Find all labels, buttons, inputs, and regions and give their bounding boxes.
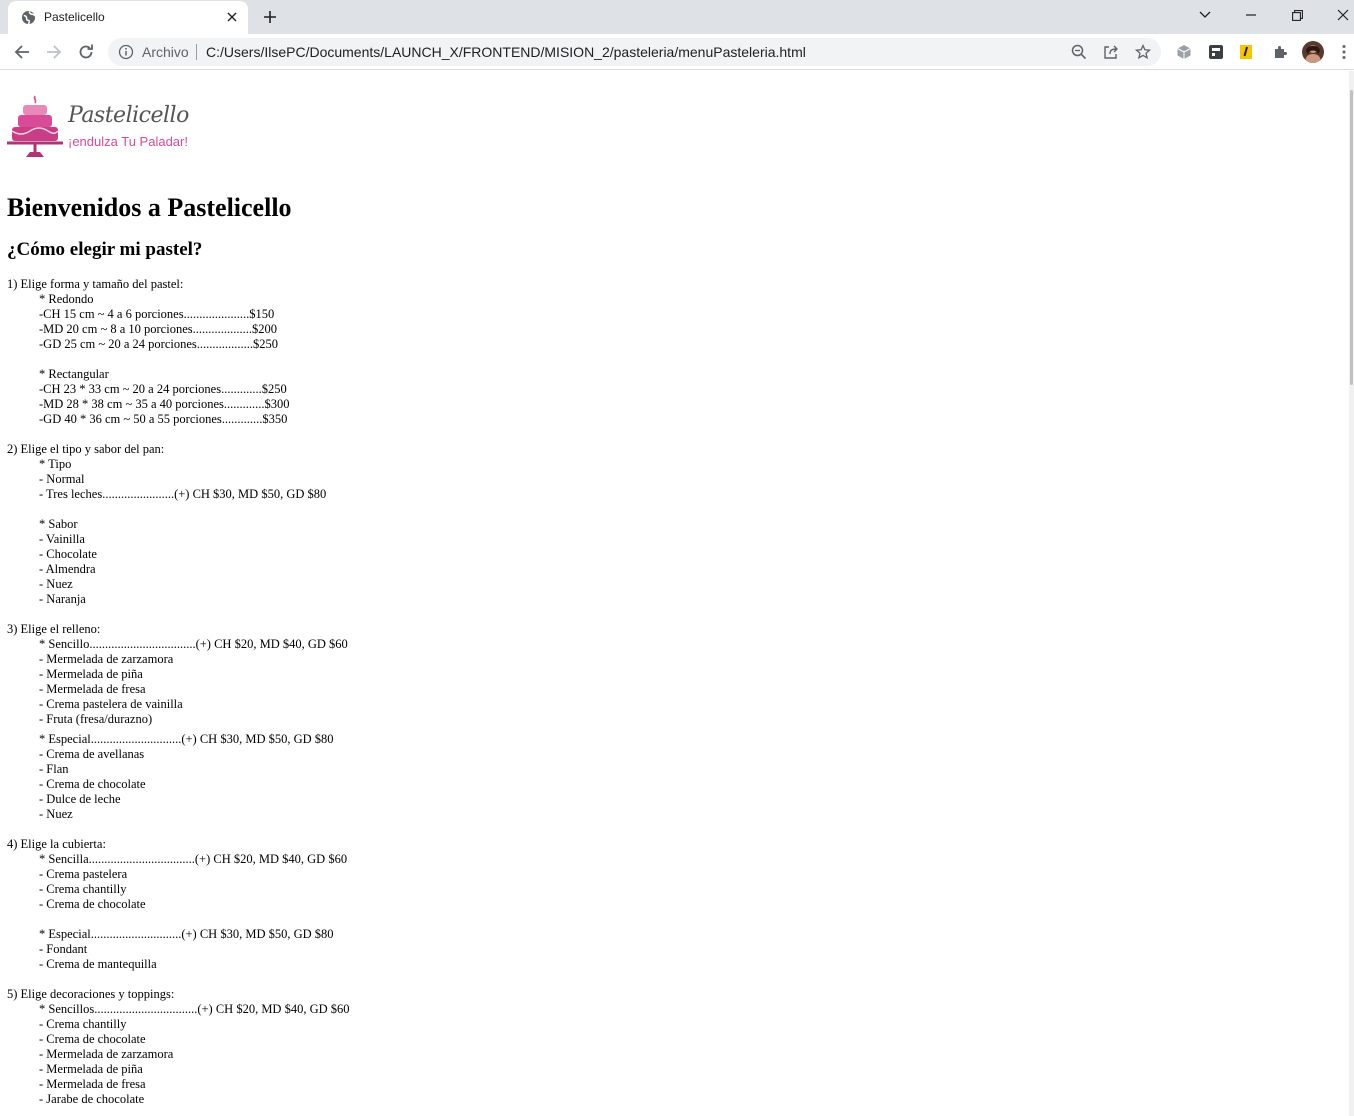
option-group-title: * Especial.............................(…: [39, 927, 334, 941]
list-item: - Crema de chocolate: [39, 897, 146, 911]
list-item: -CH 23 * 33 cm ~ 20 a 24 porciones......…: [39, 382, 287, 396]
list-item: -MD 28 * 38 cm ~ 35 a 40 porciones......…: [39, 397, 290, 411]
list-item: -MD 20 cm ~ 8 a 10 porciones............…: [39, 322, 277, 336]
list-item: - Jarabe de chocolate: [39, 1092, 145, 1106]
browser-toolbar: Archivo C:/Users/IlsePC/Documents/LAUNCH…: [0, 34, 1354, 70]
list-item: - Fondant: [39, 942, 88, 956]
star-icon[interactable]: [1134, 43, 1152, 61]
step-heading: 1) Elige forma y tamaño del pastel:: [7, 277, 184, 291]
list-item: - Crema pastelera: [39, 867, 128, 881]
share-icon[interactable]: [1102, 43, 1120, 61]
scrollbar-thumb[interactable]: [1350, 90, 1353, 385]
list-item: - Crema chantilly: [39, 882, 127, 896]
option-group-title: * Sabor: [39, 517, 78, 531]
info-icon[interactable]: [118, 44, 134, 60]
list-item: - Nuez: [39, 577, 73, 591]
cube-icon[interactable]: [1174, 42, 1194, 62]
globe-icon: [21, 10, 36, 25]
option-group-title: * Sencilla..............................…: [39, 852, 348, 866]
list-item: - Mermelada de piña: [39, 1062, 143, 1076]
section-title: ¿Cómo elegir mi pastel?: [7, 239, 203, 260]
brand-logo: Pastelicello ¡endulza Tu Paladar!: [6, 93, 206, 163]
option-group-title: * Sencillo..............................…: [39, 637, 348, 651]
list-item: - Mermelada de fresa: [39, 682, 146, 696]
list-item: - Naranja: [39, 592, 86, 606]
forward-arrow-icon[interactable]: [43, 41, 65, 63]
extension-icon[interactable]: [1206, 42, 1226, 62]
option-group-title: * Redondo: [39, 292, 94, 306]
close-icon[interactable]: [224, 9, 240, 25]
list-item: - Crema de mantequilla: [39, 957, 157, 971]
list-item: - Crema de avellanas: [39, 747, 145, 761]
option-group-title: * Especial.............................(…: [39, 732, 334, 746]
zoom-icon[interactable]: [1070, 43, 1088, 61]
list-item: - Mermelada de zarzamora: [39, 652, 174, 666]
address-bar[interactable]: Archivo C:/Users/IlsePC/Documents/LAUNCH…: [108, 38, 1161, 66]
plus-icon[interactable]: [258, 6, 282, 28]
kebab-menu-icon[interactable]: [1334, 42, 1354, 62]
browser-tab[interactable]: Pastelicello: [8, 1, 248, 34]
tab-title: Pastelicello: [44, 10, 105, 24]
list-item: - Crema de chocolate: [39, 777, 146, 791]
back-arrow-icon[interactable]: [11, 41, 33, 63]
logo-tagline: ¡endulza Tu Paladar!: [68, 134, 188, 149]
extension-icon[interactable]: [1236, 42, 1256, 62]
list-item: - Almendra: [39, 562, 96, 576]
list-item: - Tres leches.......................(+) …: [39, 487, 327, 501]
step-heading: 2) Elige el tipo y sabor del pan:: [7, 442, 165, 456]
list-item: - Chocolate: [39, 547, 97, 561]
list-item: - Mermelada de zarzamora: [39, 1047, 174, 1061]
list-item: - Crema pastelera de vainilla: [39, 697, 183, 711]
list-item: - Nuez: [39, 807, 73, 821]
option-group-title: * Sencillos.............................…: [39, 1002, 350, 1016]
page-viewport: Pastelicello ¡endulza Tu Paladar! Bienve…: [0, 71, 1349, 1116]
avatar[interactable]: [1302, 41, 1324, 63]
step-heading: 5) Elige decoraciones y toppings:: [7, 987, 175, 1001]
minimize-icon[interactable]: [1228, 0, 1274, 30]
url-text[interactable]: C:/Users/IlsePC/Documents/LAUNCH_X/FRONT…: [206, 44, 806, 60]
list-item: -GD 40 * 36 cm ~ 50 a 55 porciones......…: [39, 412, 288, 426]
window-close-icon[interactable]: [1320, 0, 1354, 30]
restore-icon[interactable]: [1274, 0, 1320, 30]
chevron-down-icon[interactable]: [1182, 0, 1228, 30]
page-title: Bienvenidos a Pastelicello: [7, 193, 292, 222]
step-heading: 3) Elige el relleno:: [7, 622, 101, 636]
omnibox-file-label: Archivo: [142, 44, 189, 60]
cake-menu: 1) Elige forma y tamaño del pastel: * Re…: [7, 277, 350, 1107]
list-item: - Fruta (fresa/durazno): [39, 712, 153, 726]
list-item: - Mermelada de fresa: [39, 1077, 146, 1091]
list-item: - Mermelada de piña: [39, 667, 143, 681]
list-item: -CH 15 cm ~ 4 a 6 porciones.............…: [39, 307, 275, 321]
omnibox-separator: [196, 44, 197, 60]
puzzle-icon[interactable]: [1270, 42, 1290, 62]
list-item: - Flan: [39, 762, 69, 776]
option-group-title: * Rectangular: [39, 367, 109, 381]
list-item: - Dulce de leche: [39, 792, 121, 806]
option-group-title: * Tipo: [39, 457, 72, 471]
list-item: - Vainilla: [39, 532, 85, 546]
list-item: -GD 25 cm ~ 20 a 24 porciones...........…: [39, 337, 279, 351]
tab-strip: Pastelicello: [0, 0, 1354, 34]
logo-name: Pastelicello: [68, 103, 189, 128]
list-item: - Normal: [39, 472, 85, 486]
list-item: - Crema de chocolate: [39, 1032, 146, 1046]
list-item: - Crema chantilly: [39, 1017, 127, 1031]
cake-icon: [7, 95, 63, 157]
step-heading: 4) Elige la cubierta:: [7, 837, 106, 851]
reload-icon[interactable]: [75, 41, 97, 63]
